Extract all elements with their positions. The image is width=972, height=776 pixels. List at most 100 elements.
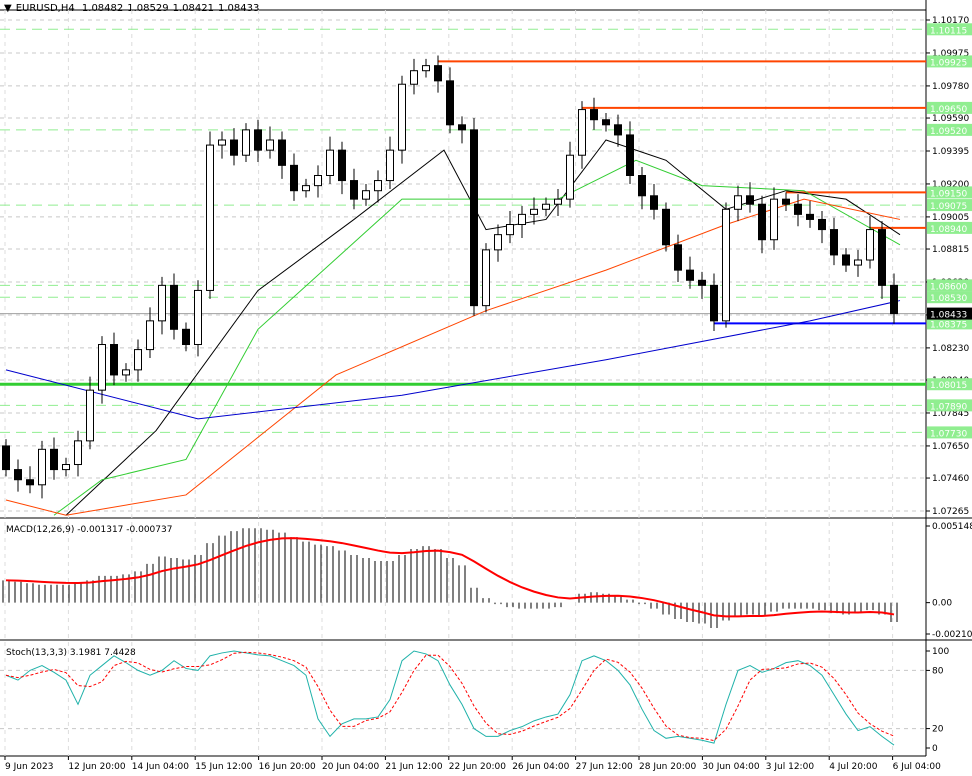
time-tick-label: 14 Jun 04:00 [132, 762, 189, 772]
price-chart[interactable]: 1.101701.099751.097801.095901.093951.092… [0, 0, 972, 776]
bear-candle [446, 80, 454, 126]
bear-candle [686, 269, 694, 281]
bull-candle [374, 180, 382, 192]
bull-candle [206, 144, 214, 291]
bear-candle [278, 139, 286, 166]
bear-candle [830, 229, 838, 256]
bull-candle [770, 198, 778, 241]
bear-candle [674, 244, 682, 271]
bear-candle [2, 445, 10, 471]
time-tick-label: 26 Jun 04:00 [512, 762, 569, 772]
bull-candle [38, 448, 46, 486]
bear-candle [842, 254, 850, 266]
bull-candle [158, 284, 166, 322]
bear-candle [782, 198, 790, 205]
time-tick-label: 9 Jun 2023 [5, 762, 53, 772]
bear-candle [254, 129, 262, 151]
bull-candle [74, 440, 82, 466]
bull-candle [542, 203, 550, 210]
bear-candle [470, 129, 478, 307]
bull-candle [410, 70, 418, 85]
bull-candle [566, 154, 574, 200]
bear-candle [818, 218, 826, 231]
bull-candle [494, 234, 502, 251]
bull-candle [866, 229, 874, 261]
price-tick-label: 1.09590 [932, 114, 969, 124]
bear-candle [602, 119, 610, 126]
bear-candle [746, 195, 754, 205]
level-price-label: 1.09150 [930, 189, 967, 199]
bear-candle [170, 284, 178, 330]
time-tick-label: 30 Jun 04:00 [702, 762, 759, 772]
level-price-label: 1.09520 [930, 127, 967, 137]
bull-candle [362, 190, 370, 200]
time-tick-label: 28 Jun 20:00 [639, 762, 696, 772]
price-tick-label: 1.08230 [932, 344, 969, 354]
macd-label: MACD(12,26,9) -0.001317 -0.000737 [6, 525, 172, 535]
bull-candle [722, 208, 730, 322]
bear-candle [26, 479, 34, 486]
bull-candle [386, 149, 394, 182]
bear-candle [638, 174, 646, 197]
stoch-tick-label: 20 [932, 725, 944, 735]
time-tick-label: 20 Jun 04:00 [322, 762, 379, 772]
level-price-label: 1.07890 [930, 402, 967, 412]
level-price-label: 1.09650 [930, 105, 967, 115]
bull-candle [218, 139, 226, 146]
macd-signal-line [5, 537, 895, 618]
bear-candle [710, 284, 718, 322]
bear-candle [698, 279, 706, 286]
bear-candle [434, 65, 442, 82]
price-tick-label: 1.09395 [932, 147, 969, 157]
price-tick-label: 1.09780 [932, 82, 969, 92]
bull-candle [134, 349, 142, 371]
bull-candle [242, 129, 250, 156]
bear-candle [230, 139, 238, 156]
level-price-label: 1.08530 [930, 294, 967, 304]
level-price-label: 1.10115 [930, 26, 967, 36]
level-price-label: 1.09075 [930, 202, 967, 212]
bull-candle [422, 65, 430, 72]
bull-candle [122, 369, 130, 376]
price-tick-label: 1.09005 [932, 213, 969, 223]
level-price-label: 1.08940 [930, 225, 967, 235]
level-price-label: 1.08600 [930, 282, 967, 292]
stoch-tick-label: 100 [932, 647, 949, 657]
macd-tick-label: -0.002106 [932, 630, 972, 640]
bull-candle [194, 289, 202, 346]
bull-candle [530, 208, 538, 215]
level-price-label: 1.07730 [930, 429, 967, 439]
bull-candle [314, 174, 322, 187]
bull-candle [86, 389, 94, 442]
bull-candle [854, 259, 862, 266]
time-tick-label: 4 Jul 20:00 [829, 762, 878, 772]
bear-candle [890, 284, 898, 315]
bull-candle [518, 213, 526, 226]
bear-candle [338, 149, 346, 182]
time-tick-label: 3 Jul 12:00 [766, 762, 815, 772]
time-tick-label: 15 Jun 12:00 [195, 762, 252, 772]
bear-candle [50, 448, 58, 471]
bull-candle [62, 464, 70, 471]
bear-candle [350, 180, 358, 200]
stoch-tick-label: 80 [932, 666, 944, 676]
price-tick-label: 1.07265 [932, 507, 969, 517]
bull-candle [734, 195, 742, 210]
time-tick-label: 6 Jul 04:00 [893, 762, 942, 772]
time-tick-label: 16 Jun 20:00 [259, 762, 316, 772]
time-tick-label: 21 Jun 12:00 [385, 762, 442, 772]
bear-candle [614, 124, 622, 136]
bull-candle [506, 224, 514, 236]
level-price-label: 1.09925 [930, 58, 967, 68]
bear-candle [626, 134, 634, 176]
macd-tick-label: 0.00 [932, 599, 952, 609]
bull-candle [146, 320, 154, 351]
bear-candle [110, 344, 118, 376]
bear-candle [806, 213, 814, 220]
bull-candle [266, 139, 274, 151]
bear-candle [14, 469, 22, 481]
bull-candle [398, 83, 406, 151]
bear-candle [758, 203, 766, 241]
stoch-tick-label: 0 [932, 744, 938, 754]
price-tick-label: 1.08815 [932, 245, 969, 255]
